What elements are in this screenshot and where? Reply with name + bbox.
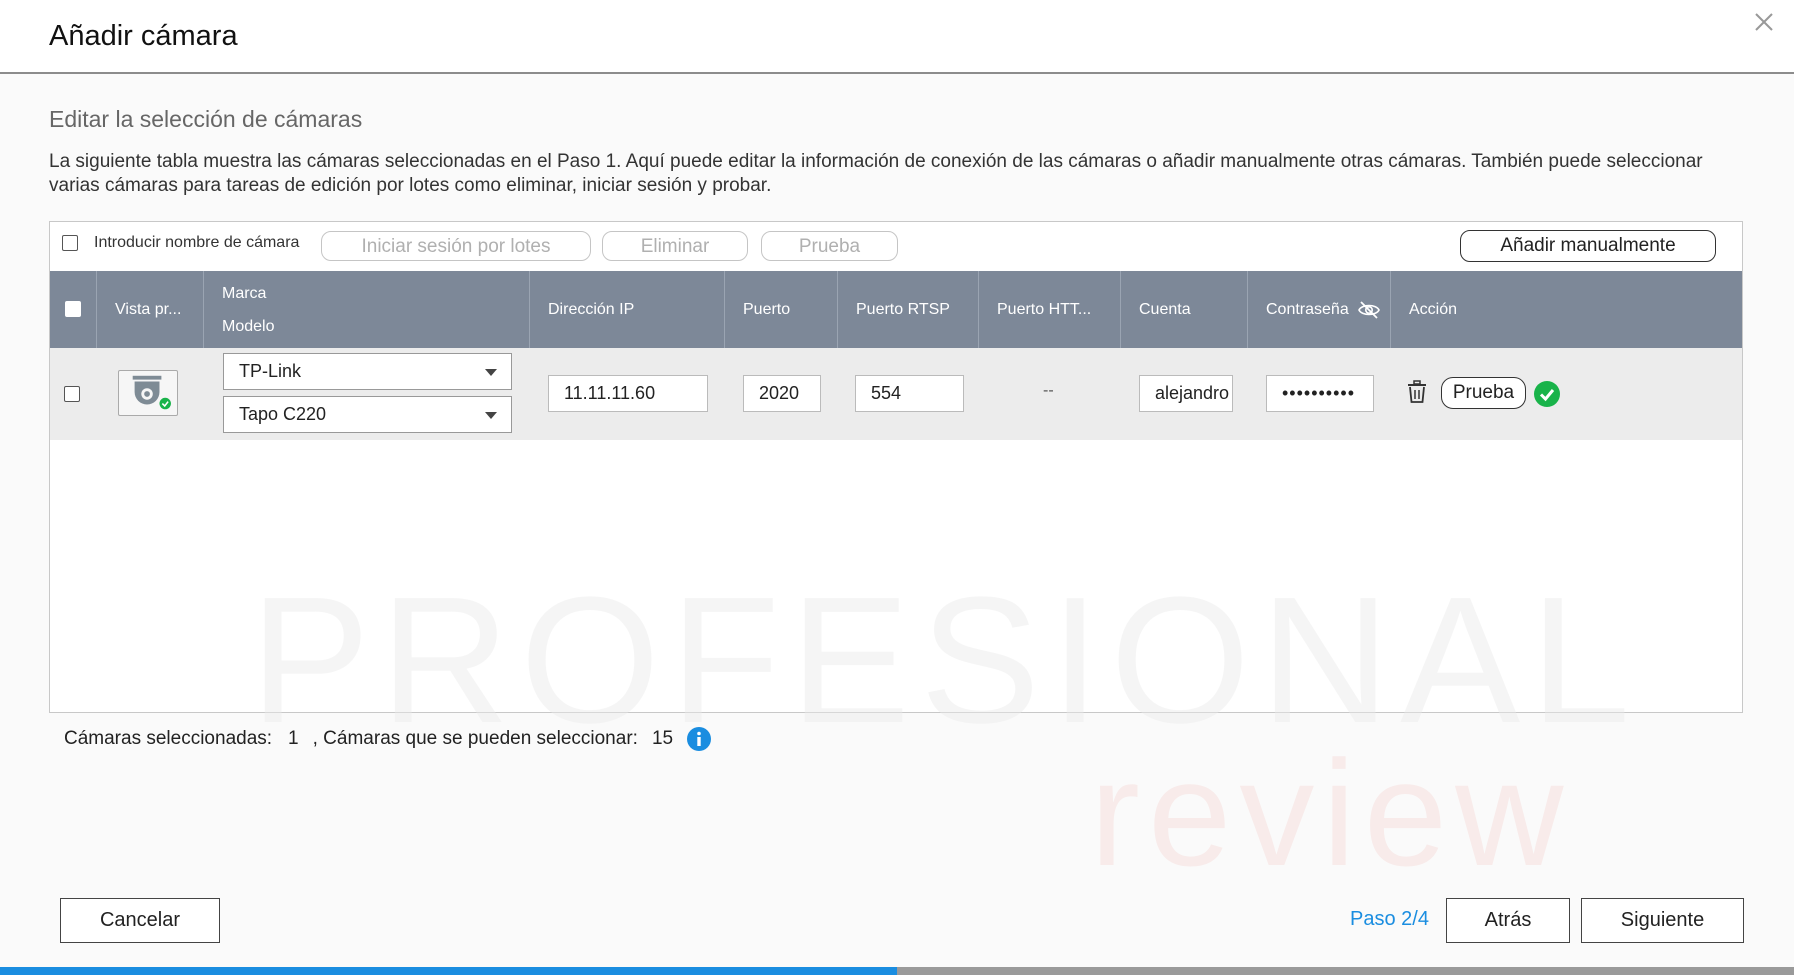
header-rtsp[interactable]: Puerto RTSP [838,271,979,348]
camera-preview [118,370,178,416]
caret-down-icon [485,369,497,376]
watermark-subtext: review [1090,729,1572,897]
dialog-header: Añadir cámara [0,0,1794,74]
row-checkbox[interactable] [64,386,80,402]
ip-input[interactable]: 11.11.11.60 [548,375,708,412]
delete-button[interactable]: Eliminar [602,231,748,261]
header-select-cell [50,271,97,348]
model-select-value: Tapo C220 [239,404,327,424]
header-model-label: Modelo [222,317,275,335]
name-label: Introducir nombre de cámara [94,234,300,251]
step-indicator: Paso 2/4 [1350,908,1429,930]
progress-fill [0,967,897,975]
brand-select-value: TP-Link [239,361,302,381]
info-icon[interactable] [687,727,712,751]
selection-status: Cámaras seleccionadas: 1 , Cámaras que s… [64,727,712,751]
caret-down-icon [485,412,497,419]
port-input[interactable]: 2020 [743,375,821,412]
header-action-label: Acción [1409,300,1458,318]
header-preview[interactable]: Vista pr... [97,271,204,348]
password-input[interactable]: •••••••••• [1266,375,1374,412]
header-preview-label: Vista pr... [115,300,182,318]
select-all-checkbox[interactable] [65,301,81,317]
header-port[interactable]: Puerto [725,271,838,348]
header-http[interactable]: Puerto HTT... [979,271,1121,348]
cancel-button[interactable]: Cancelar [60,898,220,943]
camera-table-panel: PROFESIONAL review Introducir nombre de … [49,221,1743,897]
camera-icon [132,375,171,410]
selectable-count: 15 [651,728,674,749]
section-subtitle: Editar la selección de cámaras [49,106,363,132]
close-icon[interactable] [1750,8,1778,36]
table-toolbar: Introducir nombre de cámara Iniciar sesi… [50,222,1742,271]
next-button[interactable]: Siguiente [1581,898,1744,943]
rtsp-port-input[interactable]: 554 [855,375,964,412]
back-button[interactable]: Atrás [1446,898,1570,943]
header-ip-label: Dirección IP [548,300,635,318]
header-brand-model[interactable]: Marca Modelo [204,271,530,348]
selected-count: 1 [288,728,299,749]
batch-login-button[interactable]: Iniciar sesión por lotes [321,231,591,261]
add-manual-button[interactable]: Añadir manualmente [1460,230,1716,262]
section-description: La siguiente tabla muestra las cámaras s… [49,151,1703,196]
name-checkbox[interactable] [62,235,78,251]
progress-bar [0,967,1794,975]
selected-label: Cámaras seleccionadas: [64,728,273,749]
dialog-title: Añadir cámara [49,20,238,52]
brand-select[interactable]: TP-Link [223,353,512,390]
account-input[interactable]: alejandro [1139,375,1233,412]
header-account-label: Cuenta [1139,300,1191,318]
header-port-label: Puerto [743,300,791,318]
header-brand-label: Marca [222,284,267,302]
header-http-label: Puerto HTT... [997,300,1092,318]
header-password-label: Contraseña [1266,300,1349,318]
http-port-value: -- [1043,382,1054,399]
trash-icon[interactable] [1406,380,1428,404]
table-row: TP-Link Tapo C220 11.11.11.60 2020 554 -… [50,348,1742,440]
test-batch-button[interactable]: Prueba [761,231,898,261]
selectable-label: , Cámaras que se pueden seleccionar: [312,728,638,749]
header-account[interactable]: Cuenta [1121,271,1248,348]
header-password[interactable]: Contraseña [1248,271,1391,348]
header-action: Acción [1391,271,1744,348]
row-test-button[interactable]: Prueba [1441,377,1526,409]
model-select[interactable]: Tapo C220 [223,396,512,433]
header-ip[interactable]: Dirección IP [530,271,725,348]
eye-off-icon[interactable] [1357,298,1381,322]
check-circle-icon [1534,381,1560,407]
table-header: Vista pr... Marca Modelo Dirección IP Pu… [50,271,1742,348]
header-rtsp-label: Puerto RTSP [856,300,950,318]
